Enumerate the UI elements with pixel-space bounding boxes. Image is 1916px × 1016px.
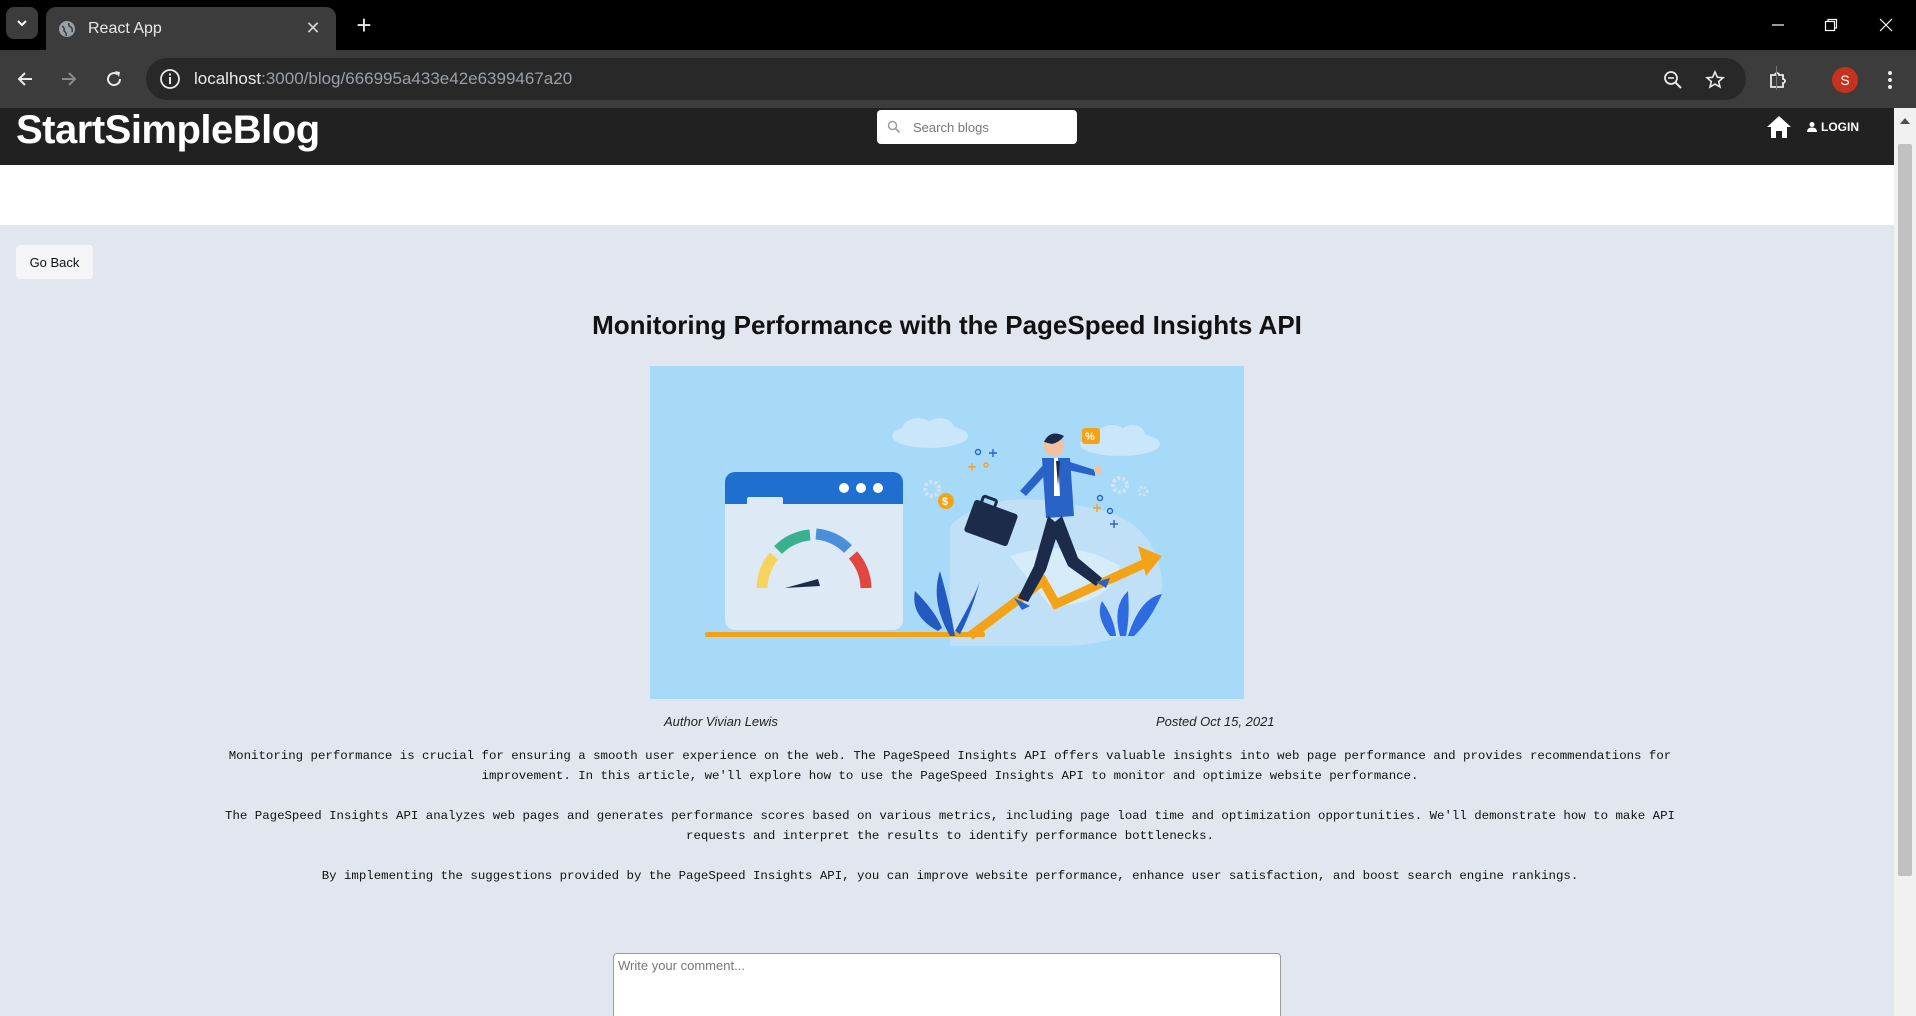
svg-text:$: $ bbox=[942, 496, 948, 508]
post-paragraph: The PageSpeed Insights API analyzes web … bbox=[225, 809, 1675, 843]
performance-illustration: $ % bbox=[705, 418, 1162, 646]
tab-close-icon[interactable]: ✕ bbox=[302, 18, 324, 40]
toolbar-divider bbox=[1776, 66, 1777, 90]
home-icon[interactable] bbox=[1764, 112, 1794, 142]
search-input[interactable] bbox=[913, 119, 1063, 135]
post-author: Author Vivian Lewis bbox=[664, 714, 778, 729]
tab-title: React App bbox=[88, 19, 162, 37]
chevron-down-icon bbox=[17, 20, 27, 27]
search-box[interactable] bbox=[877, 110, 1077, 144]
header-spacer bbox=[0, 165, 1894, 225]
minimize-icon bbox=[1772, 24, 1784, 26]
bookmark-button[interactable] bbox=[1702, 67, 1728, 93]
site-brand[interactable]: StartSimpleBlog bbox=[16, 108, 320, 152]
url-host: localhost bbox=[194, 69, 262, 88]
zoom-out-icon bbox=[1664, 71, 1682, 89]
back-button[interactable] bbox=[10, 64, 40, 94]
browser-tabstrip: React App ✕ + bbox=[0, 0, 1916, 50]
go-back-button[interactable]: Go Back bbox=[16, 245, 93, 279]
reload-button[interactable] bbox=[99, 64, 129, 94]
restore-icon bbox=[1824, 18, 1838, 32]
puzzle-icon bbox=[1770, 72, 1786, 88]
post-paragraph: By implementing the suggestions provided… bbox=[321, 869, 1579, 883]
arrow-right-icon bbox=[62, 72, 77, 86]
url-path: :3000/blog/666995a433e42e6399467a20 bbox=[261, 69, 573, 88]
post-hero-image: $ % bbox=[650, 366, 1244, 699]
extensions-button[interactable] bbox=[1762, 64, 1794, 96]
svg-text:%: % bbox=[1085, 431, 1095, 443]
login-label: LOGIN bbox=[1821, 120, 1859, 134]
reload-icon bbox=[107, 71, 122, 87]
comment-input[interactable] bbox=[613, 953, 1281, 1016]
login-button[interactable]: LOGIN bbox=[1806, 117, 1859, 137]
scrollbar-thumb[interactable] bbox=[1898, 144, 1912, 876]
scroll-up-arrow-icon[interactable] bbox=[1900, 118, 1910, 124]
browser-toolbar: localhost:3000/blog/666995a433e42e639946… bbox=[0, 50, 1916, 108]
search-icon bbox=[887, 120, 901, 134]
profile-button[interactable]: S bbox=[1829, 64, 1861, 96]
close-window-button[interactable] bbox=[1858, 8, 1914, 42]
tab-search-button[interactable] bbox=[6, 7, 38, 39]
restore-button[interactable] bbox=[1803, 8, 1859, 42]
close-icon bbox=[1879, 18, 1893, 32]
browser-tab[interactable]: React App ✕ bbox=[46, 7, 336, 50]
address-bar[interactable]: localhost:3000/blog/666995a433e42e639946… bbox=[146, 58, 1746, 100]
user-icon bbox=[1807, 122, 1817, 132]
page-viewport: StartSimpleBlog LOGIN Go Back Monitoring… bbox=[0, 108, 1916, 1016]
post-date: Posted Oct 15, 2021 bbox=[1156, 714, 1275, 729]
page-scrollbar[interactable] bbox=[1894, 108, 1916, 1016]
star-icon bbox=[1705, 70, 1725, 89]
new-tab-button[interactable]: + bbox=[350, 12, 378, 40]
zoom-button[interactable] bbox=[1660, 67, 1686, 93]
minimize-button[interactable] bbox=[1750, 8, 1806, 42]
browser-menu-button[interactable] bbox=[1874, 64, 1906, 96]
arrow-left-icon bbox=[17, 72, 32, 86]
profile-avatar: S bbox=[1832, 67, 1858, 93]
post-body: Monitoring performance is crucial for en… bbox=[225, 746, 1675, 906]
site-info-icon[interactable] bbox=[158, 67, 182, 91]
post-paragraph: Monitoring performance is crucial for en… bbox=[228, 749, 1672, 783]
forward-button[interactable] bbox=[54, 64, 84, 94]
globe-icon bbox=[59, 20, 75, 37]
url-text: localhost:3000/blog/666995a433e42e639946… bbox=[194, 69, 572, 89]
site-header: StartSimpleBlog LOGIN bbox=[0, 108, 1894, 165]
post-title: Monitoring Performance with the PageSpee… bbox=[592, 310, 1302, 340]
more-vertical-icon bbox=[1888, 71, 1892, 89]
